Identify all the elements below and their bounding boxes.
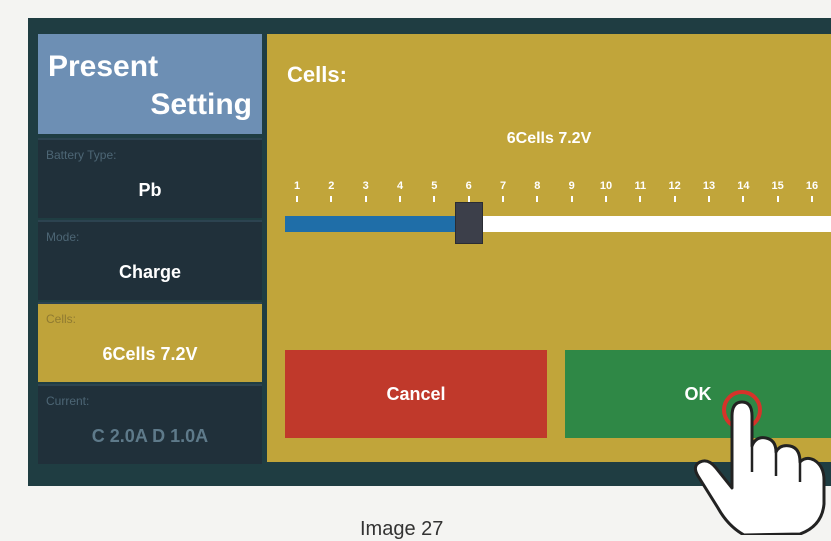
tick-label: 8 xyxy=(534,180,541,192)
tick-label: 1 xyxy=(293,180,301,192)
tick-mark xyxy=(296,196,298,202)
tick-label: 15 xyxy=(771,180,784,192)
tick-label: 4 xyxy=(396,180,404,192)
figure-caption: Image 27 xyxy=(360,518,444,540)
tick-mark xyxy=(673,196,676,202)
hand-pointer-icon xyxy=(693,390,826,535)
tick-mark xyxy=(502,196,504,202)
present-setting-sidebar: Present Setting Battery Type: Pb Mode: C… xyxy=(38,34,262,464)
tick-label: 12 xyxy=(668,180,681,192)
mode-box[interactable]: Mode: Charge xyxy=(38,220,262,300)
tick-mark xyxy=(742,196,745,202)
tick-label: 5 xyxy=(431,180,438,192)
battery-type-box[interactable]: Battery Type: Pb xyxy=(38,138,262,218)
battery-type-label: Battery Type: xyxy=(46,148,117,162)
mode-label: Mode: xyxy=(46,230,80,244)
cells-slider-track[interactable] xyxy=(285,202,831,244)
tick-label: 3 xyxy=(362,180,369,192)
tick-label: 11 xyxy=(634,180,647,192)
tick-mark xyxy=(536,196,539,202)
sidebar-title-line2: Setting xyxy=(150,88,252,121)
tick-mark xyxy=(776,196,779,202)
tick-label: 2 xyxy=(328,180,335,192)
tick-label: 16 xyxy=(805,180,819,192)
current-box[interactable]: Current: C 2.0A D 1.0A xyxy=(38,384,262,464)
tick-mark xyxy=(605,196,607,202)
cells-slider-fill xyxy=(285,216,469,232)
sidebar-header: Present Setting xyxy=(38,34,262,134)
tick-label: 6 xyxy=(465,180,472,192)
tick-mark xyxy=(708,196,710,202)
tick-label: 7 xyxy=(499,180,507,192)
cells-box[interactable]: Cells: 6Cells 7.2V xyxy=(38,302,262,382)
cells-slider-handle[interactable] xyxy=(454,202,483,244)
current-value: C 2.0A D 1.0A xyxy=(91,426,209,446)
cells-value: 6Cells 7.2V xyxy=(102,344,198,364)
tick-mark xyxy=(399,196,401,202)
tick-label: 13 xyxy=(702,180,716,192)
battery-type-value: Pb xyxy=(138,180,162,200)
mode-value: Charge xyxy=(118,262,181,282)
tick-mark xyxy=(570,196,573,202)
cells-label: Cells: xyxy=(46,312,77,326)
panel-title: Cells: xyxy=(287,62,347,87)
tick-label: 14 xyxy=(737,180,750,192)
current-label: Current: xyxy=(46,394,90,408)
sidebar-title-line1: Present xyxy=(48,50,159,83)
tick-mark xyxy=(330,196,333,202)
tick-mark xyxy=(433,196,436,202)
cancel-button[interactable]: Cancel xyxy=(285,350,547,438)
tick-mark xyxy=(364,196,367,202)
cells-readout: 6Cells 7.2V xyxy=(506,130,592,147)
tick-label: 9 xyxy=(568,180,575,192)
tick-label: 10 xyxy=(599,180,613,192)
tick-mark xyxy=(811,196,813,202)
tick-mark xyxy=(639,196,642,202)
